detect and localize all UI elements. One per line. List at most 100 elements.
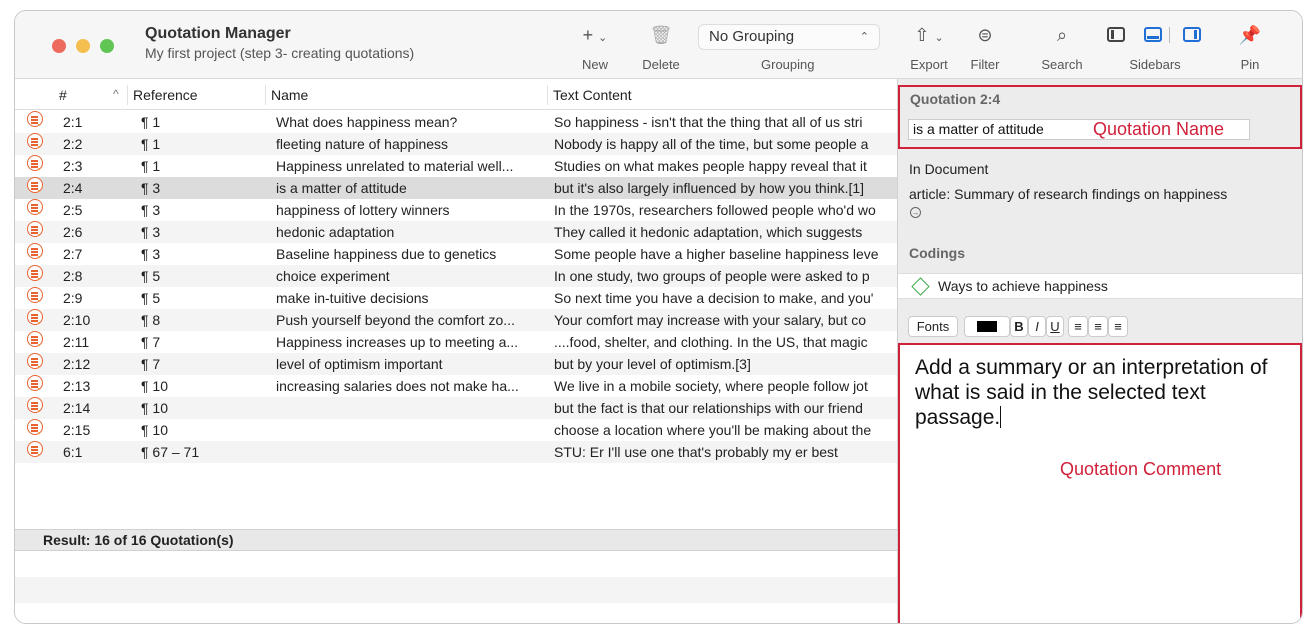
quotation-name: level of optimism important (276, 356, 443, 372)
zoom-window-button[interactable] (100, 39, 114, 53)
underline-button[interactable]: U (1046, 316, 1064, 337)
quotation-name: fleeting nature of happiness (276, 136, 449, 152)
quotation-text: choose a location where you'll be making… (554, 422, 872, 438)
pin-button[interactable]: 📌 Pin (1235, 23, 1265, 72)
table-row[interactable]: 2:2 ¶ 1 fleeting nature of happiness Nobody… (15, 133, 897, 155)
table-row[interactable]: 2:15 ¶ 10 choose a location where you'll b… (15, 419, 897, 441)
column-header-text-content[interactable]: Text Content (553, 87, 632, 103)
table-row[interactable]: 6:1 ¶ 67 – 71 STU: Er I'll use one that's … (15, 441, 897, 463)
delete-button[interactable]: 🗑 Delete (639, 23, 683, 72)
quotation-number: 6:1 (63, 444, 83, 460)
quotation-name: increasing salaries does not make ha... (276, 378, 519, 394)
quotation-inspector-sidebar: Quotation 2:4 is a matter of attitude Qu… (897, 79, 1302, 623)
quotation-icon (27, 397, 43, 413)
table-row[interactable]: 2:9 ¶ 5 make in-tuitive decisions So next t… (15, 287, 897, 309)
align-right-icon[interactable]: ≡ (1108, 316, 1128, 337)
quotation-icon (27, 199, 43, 215)
table-row[interactable]: 2:4 ¶ 3 is a matter of attitude but it's al… (15, 177, 897, 199)
quotation-number: 2:4 (63, 180, 83, 196)
toolbar: Quotation Manager My first project (step… (15, 11, 1302, 79)
quotation-number: 2:13 (63, 378, 91, 394)
filter-button[interactable]: ⊜ Filter (967, 23, 1003, 72)
grouping-select[interactable]: No Grouping ⌃ (698, 24, 880, 50)
quotation-reference: ¶ 3 (141, 180, 161, 196)
table-row[interactable]: 2:11 ¶ 7 Happiness increases up to meeting… (15, 331, 897, 353)
table-row[interactable]: 2:7 ¶ 3 Baseline happiness due to genetics… (15, 243, 897, 265)
quotation-text: Some people have a higher baseline happi… (554, 246, 879, 262)
table-row[interactable]: 2:3 ¶ 1 Happiness unrelated to material we… (15, 155, 897, 177)
quotation-number: 2:14 (63, 400, 91, 416)
quotation-number: 2:2 (63, 136, 83, 152)
quotation-text: In the 1970s, researchers followed peopl… (554, 202, 876, 218)
quotation-text: In one study, two groups of people were … (554, 268, 870, 284)
quotation-manager-window: Quotation Manager My first project (step… (14, 10, 1303, 624)
table-row[interactable]: 2:10 ¶ 8 Push yourself beyond the comfort … (15, 309, 897, 331)
quotation-name-annotation: Quotation Name (1093, 119, 1225, 139)
table-row[interactable]: 2:14 ¶ 10 but the fact is that our relatio… (15, 397, 897, 419)
table-row[interactable]: 2:5 ¶ 3 happiness of lottery winners In the… (15, 199, 897, 221)
column-header-number[interactable]: # (59, 87, 67, 103)
column-header-name[interactable]: Name (271, 87, 308, 103)
quotation-icon (27, 133, 43, 149)
new-button[interactable]: + ⌄ New (575, 23, 615, 72)
quotation-number: 2:8 (63, 268, 83, 284)
format-toolbar: Fonts B I U ≡ ≡ ≡ (898, 307, 1302, 340)
bold-button[interactable]: B (1010, 316, 1028, 337)
column-header-reference[interactable]: Reference (133, 87, 198, 103)
quotation-name: is a matter of attitude (276, 180, 407, 196)
quotation-icon (27, 221, 43, 237)
quotation-number: 2:9 (63, 290, 83, 306)
trash-icon: 🗑 (649, 25, 673, 45)
quotation-text: ....food, shelter, and clothing. In the … (554, 334, 868, 350)
table-row[interactable]: 2:6 ¶ 3 hedonic adaptation They called it h… (15, 221, 897, 243)
document-name: article: Summary of research findings on… (909, 186, 1228, 202)
go-to-document-icon[interactable]: → (910, 207, 921, 218)
fonts-button[interactable]: Fonts (908, 316, 958, 337)
quotation-name: hedonic adaptation (276, 224, 395, 240)
search-button[interactable]: ⌕ Search (1039, 23, 1085, 72)
export-button[interactable]: ⇧ ⌄ Export (908, 23, 950, 72)
quotation-reference: ¶ 7 (141, 334, 161, 350)
minimize-window-button[interactable] (76, 39, 90, 53)
quotation-number: 2:15 (63, 422, 91, 438)
code-item[interactable]: Ways to achieve happiness (938, 278, 1108, 294)
table-row[interactable]: 2:8 ¶ 5 choice experiment In one study, two… (15, 265, 897, 287)
quotation-text: So happiness - isn't that the thing that… (554, 114, 863, 130)
left-sidebar-toggle[interactable] (1107, 27, 1125, 42)
table-row[interactable]: 2:12 ¶ 7 level of optimism important but by… (15, 353, 897, 375)
quotation-reference: ¶ 10 (141, 422, 168, 438)
quotation-icon (27, 111, 43, 127)
quotation-text: So next time you have a decision to make… (554, 290, 874, 306)
quotation-number: 2:11 (63, 334, 90, 350)
color-swatch (977, 321, 997, 332)
italic-button[interactable]: I (1028, 316, 1046, 337)
quotation-icon (27, 441, 43, 457)
quotation-icon (27, 265, 43, 281)
code-diamond-icon (911, 277, 930, 296)
window-title: Quotation Manager (145, 25, 291, 42)
right-sidebar-toggle[interactable] (1183, 27, 1201, 42)
align-center-icon[interactable]: ≡ (1088, 316, 1108, 337)
quotation-reference: ¶ 10 (141, 400, 168, 416)
sidebars-label-wrap: Sidebars (1129, 57, 1181, 72)
quotation-reference: ¶ 67 – 71 (141, 444, 200, 460)
quotation-comment-editor[interactable]: Add a summary or an interpretation of wh… (898, 343, 1302, 623)
quotation-number: 2:1 (63, 114, 83, 130)
align-left-icon[interactable]: ≡ (1068, 316, 1088, 337)
table-row[interactable]: 2:1 ¶ 1 What does happiness mean? So happin… (15, 111, 897, 133)
sort-ascending-icon: ^ (113, 87, 119, 101)
quotation-text: STU: Er I'll use one that's probably my … (554, 444, 838, 460)
table-row[interactable]: 2:13 ¶ 10 increasing salaries does not mak… (15, 375, 897, 397)
quotation-text: Your comfort may increase with your sala… (554, 312, 867, 328)
quotation-reference: ¶ 8 (141, 312, 161, 328)
search-icon: ⌕ (1056, 25, 1068, 45)
share-icon: ⇧ ⌄ (914, 25, 944, 45)
quotation-name: Push yourself beyond the comfort zo... (276, 312, 515, 328)
quotation-name: make in-tuitive decisions (276, 290, 429, 306)
close-window-button[interactable] (52, 39, 66, 53)
quotation-name: choice experiment (276, 268, 390, 284)
quotation-text: They called it hedonic adaptation, which… (554, 224, 863, 240)
text-color-button[interactable] (964, 316, 1010, 337)
quotation-icon (27, 309, 43, 325)
quotation-text: but by your level of optimism.[3] (554, 356, 751, 372)
